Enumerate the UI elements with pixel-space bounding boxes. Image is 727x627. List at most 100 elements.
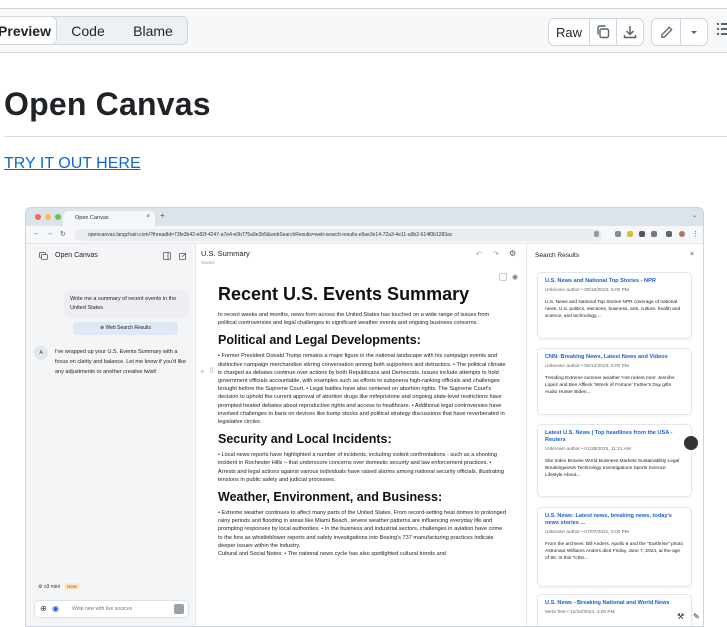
assistant-message: I've wrapped up your U.S. Events Summary… bbox=[55, 349, 186, 375]
title-divider bbox=[4, 136, 727, 137]
download-raw-button[interactable] bbox=[616, 19, 643, 45]
copy-raw-button[interactable] bbox=[589, 19, 616, 45]
model-name: o3 mini bbox=[43, 584, 60, 590]
new-tab-icon: + bbox=[160, 211, 165, 220]
result-title: U.S. News - Breaking National and World … bbox=[545, 600, 670, 606]
undo-icon[interactable]: ↶ bbox=[476, 250, 482, 258]
result-snippet: Site Index Browse World Business Markets… bbox=[545, 459, 680, 478]
raw-copy-download-group: Raw bbox=[548, 18, 644, 46]
reload-icon: ↻ bbox=[60, 231, 66, 238]
download-icon bbox=[623, 26, 637, 39]
profile-avatar bbox=[679, 231, 685, 237]
file-header-toolbar: Preview Code Blame Raw bbox=[0, 9, 727, 53]
edit-file-button[interactable] bbox=[652, 19, 680, 45]
window-controls bbox=[35, 214, 61, 220]
close-icon[interactable]: × bbox=[690, 251, 694, 258]
chat-input-placeholder: Write new with live sources bbox=[72, 606, 133, 612]
search-results-title: Search Results bbox=[535, 252, 580, 259]
settings-icon[interactable]: ⚙ bbox=[509, 249, 516, 258]
open-canvas-screenshot[interactable]: Open Canvas × + ⌄ ← → ↻ opencanvas.langc… bbox=[25, 207, 704, 627]
redo-icon[interactable]: ↷ bbox=[493, 250, 499, 258]
section-heading: Political and Legal Developments: bbox=[218, 333, 421, 348]
edit-group bbox=[651, 18, 708, 46]
tab-code[interactable]: Code bbox=[57, 17, 119, 44]
browser-address-bar: ← → ↻ opencanvas.langchain.com/?threadId… bbox=[26, 226, 703, 244]
magic-wand-icon[interactable]: ⚒ bbox=[677, 612, 684, 621]
extension-icon bbox=[651, 231, 657, 237]
url-field: opencanvas.langchain.com/?threadId=73fe3… bbox=[75, 229, 602, 241]
tab-blame[interactable]: Blame bbox=[119, 17, 187, 44]
result-title: U.S. News and National Top Stories - NPR bbox=[545, 278, 656, 284]
search-result-card[interactable]: CNN: Breaking News, Latest News and Vide… bbox=[537, 348, 692, 415]
pencil-icon bbox=[660, 25, 673, 38]
back-arrow-icon: ← bbox=[33, 230, 40, 237]
highlight-icon[interactable]: ✎ bbox=[693, 612, 700, 621]
chip-label: Web Search Results bbox=[105, 325, 152, 331]
section-body: • Extreme weather continues to affect ma… bbox=[218, 510, 506, 549]
section-heading: Weather, Environment, and Business: bbox=[218, 490, 443, 505]
document-intro: In recent weeks and months, news from ac… bbox=[218, 312, 490, 327]
assistant-avatar: A bbox=[34, 346, 48, 360]
chat-icon bbox=[39, 252, 48, 260]
search-results-panel: Search Results × U.S. News and National … bbox=[526, 244, 703, 626]
result-title: CNN: Breaking News, Latest News and Vide… bbox=[545, 354, 668, 360]
try-it-out-link[interactable]: TRY IT OUT HERE bbox=[4, 155, 141, 173]
forward-arrow-icon: → bbox=[46, 230, 53, 237]
result-meta: Unknown author • 01/28/2025, 11:21 AM bbox=[545, 447, 631, 452]
result-snippet: U.S. News and National Top Stories NPR c… bbox=[545, 300, 681, 319]
extension-icon bbox=[639, 231, 645, 237]
save-status: Saved bbox=[201, 260, 214, 265]
chat-panel: Open Canvas Write me a summary of recent… bbox=[26, 244, 196, 626]
maximize-dot-icon bbox=[55, 214, 61, 220]
add-block-icon[interactable]: + bbox=[200, 367, 205, 376]
result-meta: Unknown author • 08/15/2024, 5:00 PM bbox=[545, 288, 629, 293]
copy-icon bbox=[597, 25, 610, 39]
tab-menu-chevron-icon: ⌄ bbox=[692, 213, 698, 219]
view-toggle-icon[interactable]: ◉ bbox=[512, 273, 518, 281]
chevron-down-icon bbox=[691, 31, 697, 34]
drag-handle-icon[interactable]: ⠿ bbox=[209, 367, 214, 375]
model-selector[interactable]: ⚙ o3 mini New! bbox=[38, 583, 81, 590]
tab-preview[interactable]: Preview bbox=[0, 16, 57, 45]
more-menu-icon: ⋮ bbox=[692, 231, 699, 238]
copy-document-icon[interactable] bbox=[499, 273, 507, 281]
readme-title: Open Canvas bbox=[4, 86, 211, 122]
section-heading: Security and Local Incidents: bbox=[218, 432, 392, 447]
search-result-card[interactable]: U.S. News: Latest news, breaking news, t… bbox=[537, 507, 692, 587]
view-mode-segmented-control: Preview Code Blame bbox=[0, 16, 188, 45]
web-search-results-chip[interactable]: ⊕ Web Search Results bbox=[73, 322, 178, 335]
user-message: Write me a summary of recent events in t… bbox=[64, 290, 189, 318]
browser-tab-strip: Open Canvas × + ⌄ bbox=[26, 208, 703, 226]
result-title: Latest U.S. News | Top headlines from th… bbox=[545, 430, 673, 443]
result-snippet: From the archives: Bill Anders, Apollo 8… bbox=[545, 542, 684, 561]
floating-action-icon[interactable] bbox=[684, 436, 698, 450]
extension-icon bbox=[627, 231, 633, 237]
section-body: Cultural and Social Notes: • The nationa… bbox=[218, 551, 446, 558]
result-snippet: Trending Extreme summer weather 'Hot rod… bbox=[545, 376, 675, 395]
result-meta: Unknown author • 07/07/2021, 5:00 PM bbox=[545, 530, 629, 535]
section-body: • Former President Donald Trump remains … bbox=[218, 353, 506, 426]
chat-input[interactable]: ⊕ ◉ Write new with live sources bbox=[34, 600, 189, 618]
result-title: U.S. News: Latest news, breaking news, t… bbox=[545, 513, 672, 526]
tab-title: Open Canvas bbox=[75, 215, 109, 221]
new-badge: New! bbox=[64, 583, 81, 590]
add-icon: ⊕ bbox=[40, 604, 47, 613]
canvas-editor: U.S. Summary Saved ↶ ↷ ⚙ ◉ + ⠿ Recent U.… bbox=[196, 244, 526, 626]
search-result-card[interactable]: U.S. News and National Top Stories - NPR… bbox=[537, 272, 692, 339]
list-icon[interactable] bbox=[717, 22, 727, 36]
search-result-card[interactable]: Latest U.S. News | Top headlines from th… bbox=[537, 424, 692, 497]
document-heading: Recent U.S. Events Summary bbox=[218, 284, 470, 304]
document-body[interactable]: Recent U.S. Events Summary In recent wee… bbox=[218, 284, 508, 558]
edit-options-button[interactable] bbox=[680, 19, 707, 45]
search-result-card[interactable]: U.S. News - Breaking National and World … bbox=[537, 594, 692, 626]
send-button[interactable] bbox=[174, 604, 184, 614]
open-canvas-app: Open Canvas Write me a summary of recent… bbox=[26, 244, 703, 626]
section-body: • Local news reports have highlighted a … bbox=[218, 452, 504, 483]
browser-tab: Open Canvas × bbox=[63, 211, 155, 226]
app-title: Open Canvas bbox=[55, 252, 98, 259]
raw-button[interactable]: Raw bbox=[549, 19, 589, 45]
sidebar-icon bbox=[666, 231, 672, 237]
tab-close-icon: × bbox=[146, 214, 150, 220]
result-meta: Meta Test • 12/22/2024, 4:00 PM bbox=[545, 610, 615, 615]
extension-icon bbox=[615, 231, 621, 237]
